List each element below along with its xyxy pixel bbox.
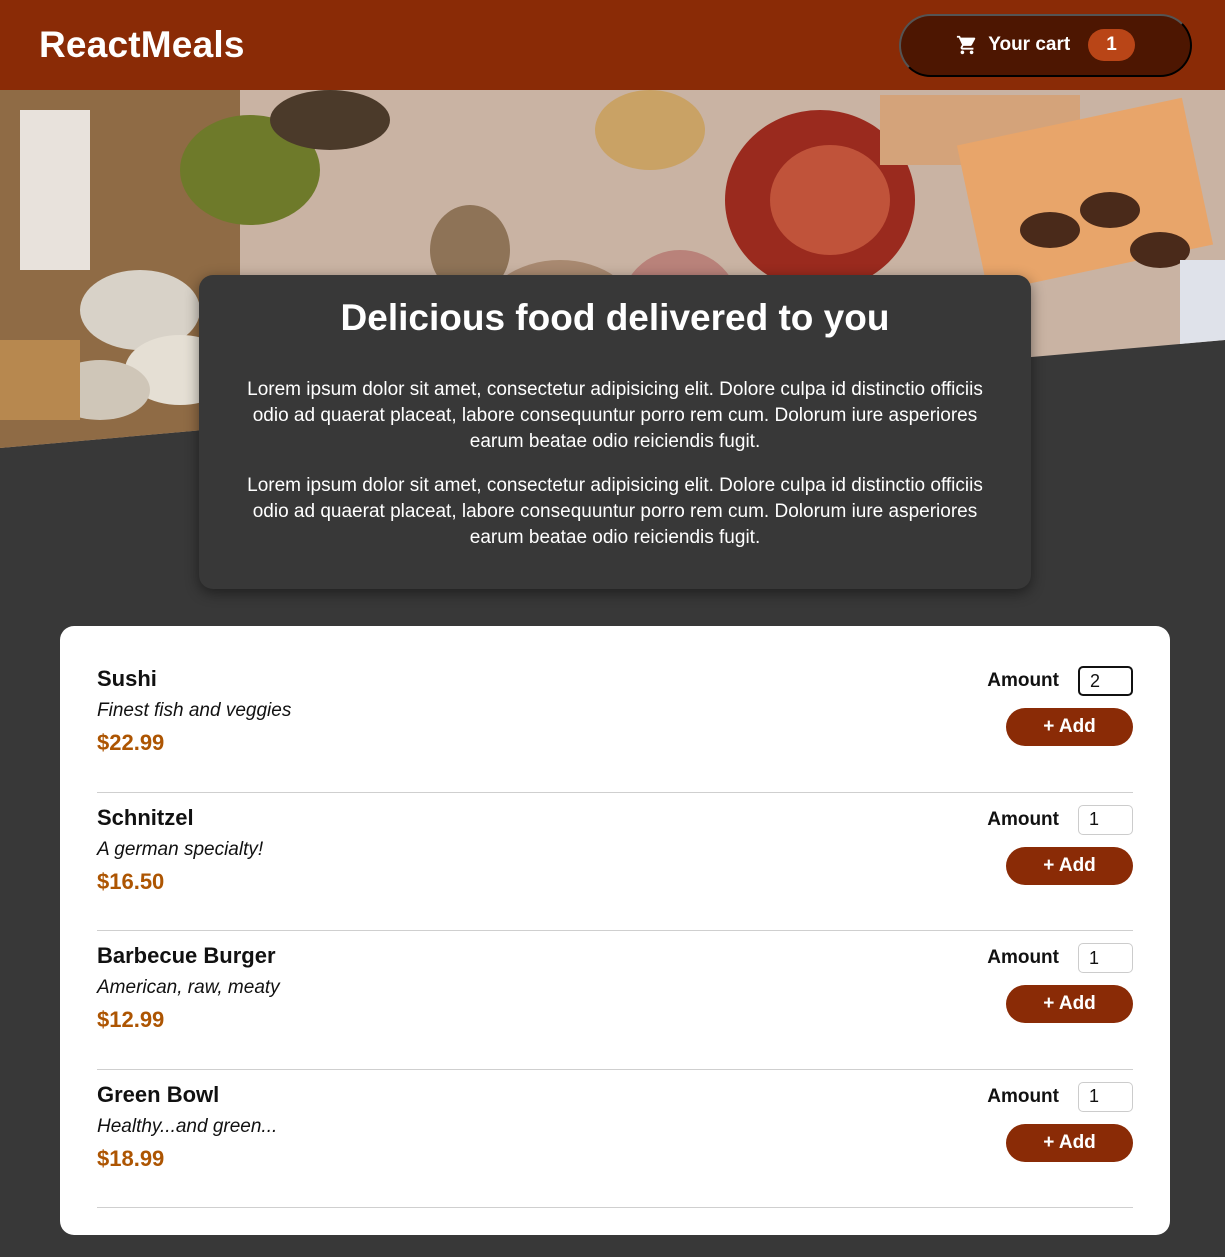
summary-card: Delicious food delivered to you Lorem ip… bbox=[199, 275, 1031, 589]
meal-description: A german specialty! bbox=[97, 838, 264, 860]
meal-description: Finest fish and veggies bbox=[97, 700, 292, 721]
meal-price: $18.99 bbox=[97, 1145, 165, 1171]
meal-info: Barbecue Burger American, raw, meaty $12… bbox=[97, 943, 280, 1069]
amount-label: Amount bbox=[987, 670, 1059, 691]
meal-name: Barbecue Burger bbox=[97, 943, 276, 968]
meal-info: Sushi Finest fish and veggies $22.99 bbox=[97, 666, 291, 792]
add-button[interactable]: + Add bbox=[1006, 846, 1133, 885]
meal-form: Amount + Add bbox=[987, 943, 1133, 1069]
meal-price: $16.50 bbox=[97, 868, 165, 894]
amount-input[interactable] bbox=[1078, 804, 1133, 835]
summary-paragraph: Lorem ipsum dolor sit amet, consectetur … bbox=[247, 475, 983, 548]
meal-description: American, raw, meaty bbox=[97, 977, 280, 998]
amount-input[interactable] bbox=[1078, 943, 1133, 973]
meal-form: Amount + Add bbox=[987, 804, 1133, 931]
amount-label: Amount bbox=[987, 808, 1059, 830]
meal-item: Sushi Finest fish and veggies $22.99 Amo… bbox=[97, 654, 1133, 793]
meal-form: Amount + Add bbox=[987, 1081, 1133, 1208]
amount-input[interactable] bbox=[1078, 1081, 1133, 1112]
cart-label: Your cart bbox=[988, 34, 1071, 55]
meal-info: Green Bowl Healthy...and green... $18.99 bbox=[97, 1082, 277, 1208]
meal-item: Schnitzel A german specialty! $16.50 Amo… bbox=[97, 793, 1133, 931]
meal-item: Green Bowl Healthy...and green... $18.99… bbox=[97, 1070, 1133, 1208]
add-button[interactable]: + Add bbox=[1006, 985, 1133, 1023]
amount-input[interactable] bbox=[1078, 666, 1133, 696]
amount-row: Amount bbox=[987, 666, 1133, 696]
meal-price: $22.99 bbox=[97, 730, 165, 755]
brand-title: ReactMeals bbox=[39, 24, 245, 65]
app-header: ReactMeals Your cart 1 bbox=[0, 0, 1225, 90]
meal-info: Schnitzel A german specialty! $16.50 bbox=[97, 805, 263, 931]
meal-price: $12.99 bbox=[97, 1007, 165, 1032]
add-button[interactable]: + Add bbox=[1006, 708, 1133, 746]
meal-name: Sushi bbox=[97, 666, 157, 691]
add-button[interactable]: + Add bbox=[1006, 1123, 1133, 1162]
meal-description: Healthy...and green... bbox=[97, 1115, 278, 1137]
amount-row: Amount bbox=[987, 1081, 1133, 1112]
summary-title: Delicious food delivered to you bbox=[340, 297, 890, 338]
meal-item: Barbecue Burger American, raw, meaty $12… bbox=[97, 931, 1133, 1070]
cart-button[interactable]: Your cart 1 bbox=[899, 13, 1192, 77]
cart-count-badge: 1 bbox=[1088, 29, 1135, 61]
amount-row: Amount bbox=[987, 804, 1133, 835]
meal-form: Amount + Add bbox=[987, 666, 1133, 792]
meal-name: Schnitzel bbox=[97, 804, 194, 830]
amount-label: Amount bbox=[987, 947, 1059, 968]
meals-list: Sushi Finest fish and veggies $22.99 Amo… bbox=[60, 626, 1170, 1235]
shopping-cart-icon bbox=[956, 34, 978, 56]
meal-name: Green Bowl bbox=[97, 1081, 220, 1107]
summary-paragraph: Lorem ipsum dolor sit amet, consectetur … bbox=[247, 379, 983, 452]
amount-row: Amount bbox=[987, 943, 1133, 973]
amount-label: Amount bbox=[987, 1085, 1059, 1107]
